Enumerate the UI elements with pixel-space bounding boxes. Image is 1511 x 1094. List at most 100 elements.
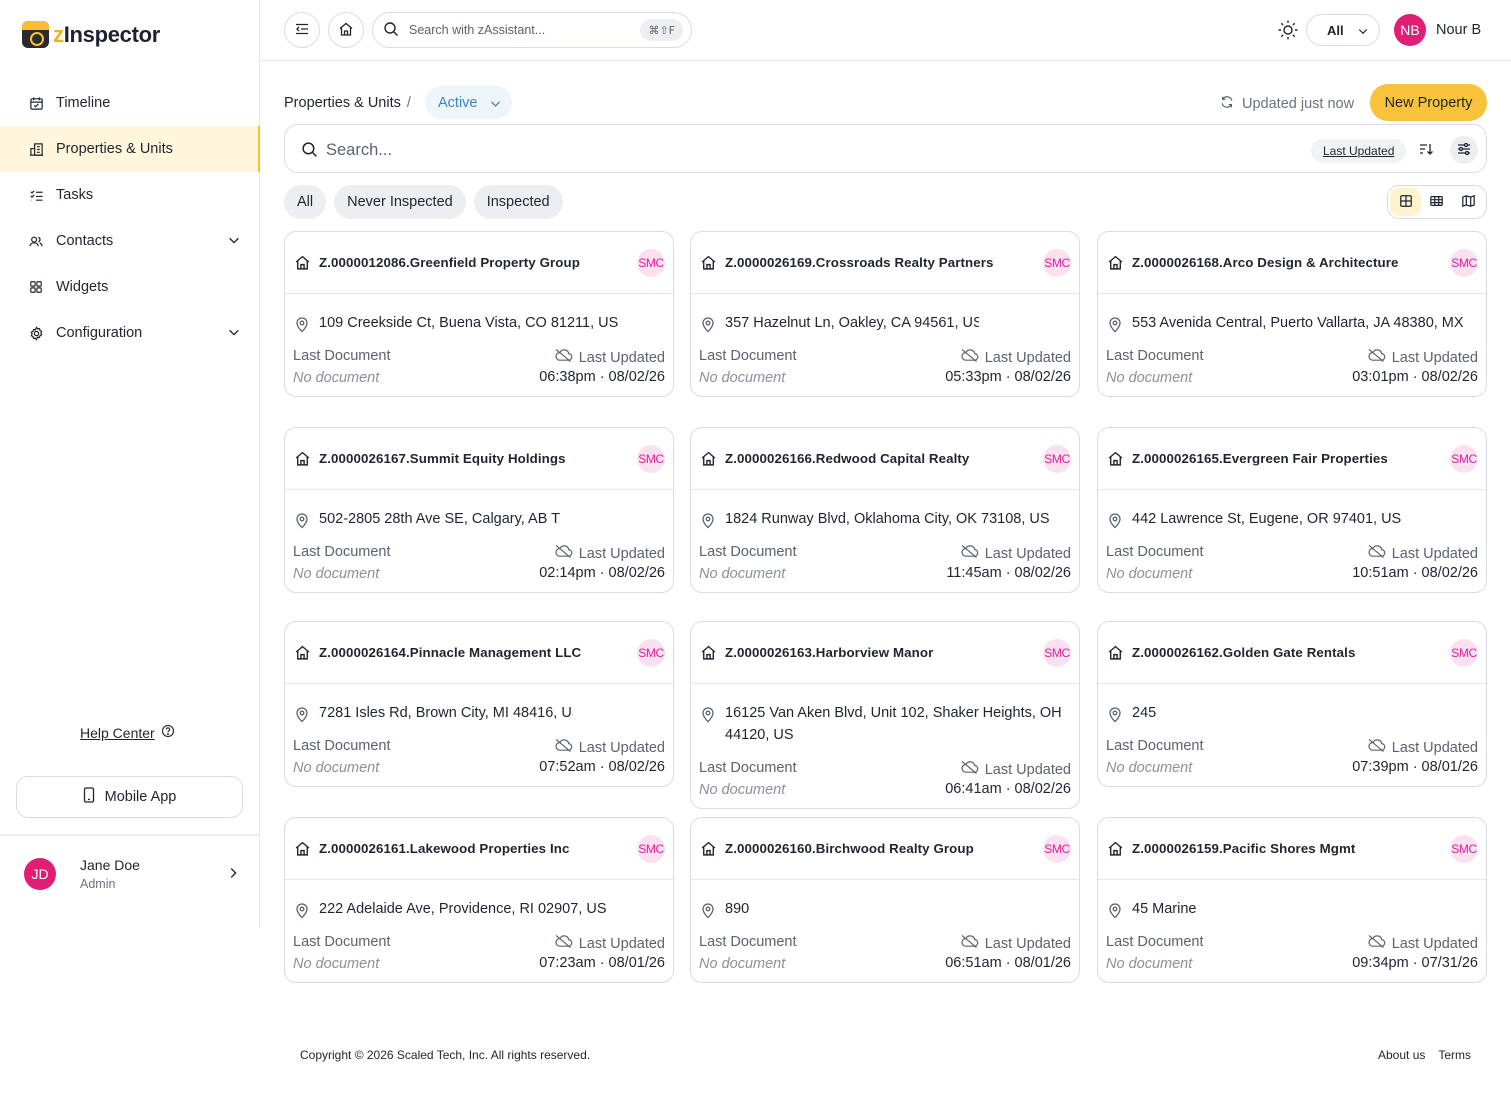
home-button[interactable] — [328, 12, 364, 48]
property-card[interactable]: Z.0000026164.Pinnacle Management LLC SMC 7… — [284, 621, 674, 787]
property-address: 109 Creekside Ct, Buena Vista, CO 81211,… — [285, 294, 673, 334]
location-pin-icon — [700, 706, 716, 730]
grid-view-button[interactable] — [1390, 188, 1422, 216]
status-filter-dropdown[interactable]: Active — [425, 86, 512, 119]
top-bar: ⌘⇧F All NB Nour B — [260, 0, 1511, 61]
refresh-status[interactable]: Updated just now — [1220, 95, 1354, 113]
sort-field-chip[interactable]: Last Updated — [1311, 139, 1407, 163]
filter-settings-button[interactable] — [1450, 136, 1478, 164]
last-updated-value: 07:52am · 08/02/26 — [539, 759, 665, 775]
last-updated-text: Last Updated — [1391, 349, 1478, 366]
sidebar-item-contacts[interactable]: Contacts — [0, 218, 259, 264]
card-footer: Last Document No document Last Updated 02:1… — [285, 544, 673, 592]
last-updated-label: Last Updated — [960, 544, 1071, 563]
filter-chip-all[interactable]: All — [284, 185, 327, 219]
property-title[interactable]: Z.0000026169.Crossroads Realty Partners — [725, 255, 994, 270]
property-card[interactable]: Z.0000012086.Greenfield Property Group SM… — [284, 231, 674, 397]
global-search-input[interactable] — [409, 23, 629, 37]
mobile-app-button[interactable]: Mobile App — [16, 776, 243, 818]
home-icon — [700, 450, 717, 470]
mobile-app-label: Mobile App — [104, 789, 177, 805]
last-document-value: No document — [293, 566, 380, 582]
map-view-icon — [1461, 194, 1476, 211]
avatar[interactable]: NB — [1394, 14, 1426, 46]
property-search-input[interactable] — [326, 137, 1226, 163]
terms-link[interactable]: Terms — [1438, 1048, 1471, 1062]
property-title[interactable]: Z.0000026168.Arco Design & Architecture — [1132, 255, 1399, 270]
last-updated-label: Last Updated — [554, 348, 665, 367]
property-card[interactable]: Z.0000026159.Pacific Shores Mgmt SMC 45 Ma… — [1097, 817, 1487, 983]
property-title[interactable]: Z.0000026164.Pinnacle Management LLC — [319, 645, 581, 660]
property-card[interactable]: Z.0000026167.Summit Equity Holdings SMC 50… — [284, 427, 674, 593]
top-user-name[interactable]: Nour B — [1436, 22, 1481, 38]
last-updated-label: Last Updated — [554, 738, 665, 757]
location-pin-icon — [700, 512, 716, 530]
filter-chip-inspected[interactable]: Inspected — [473, 185, 563, 219]
property-card[interactable]: Z.0000026160.Birchwood Realty Group SMC 89… — [690, 817, 1080, 983]
property-card[interactable]: Z.0000026165.Evergreen Fair Properties SM… — [1097, 427, 1487, 593]
filter-chip-never-inspected[interactable]: Never Inspected — [334, 185, 466, 219]
sidebar-item-configuration[interactable]: Configuration — [0, 310, 259, 356]
last-updated-label: Last Updated — [1367, 738, 1478, 757]
grid-icon — [28, 279, 44, 295]
sidebar-nav: Timeline Properties & Units Tasks Contac… — [0, 80, 260, 356]
property-card[interactable]: Z.0000026168.Arco Design & Architecture S… — [1097, 231, 1487, 397]
table-view-button[interactable] — [1421, 188, 1452, 216]
sidebar-item-widgets[interactable]: Widgets — [0, 264, 259, 310]
question-circle-icon — [161, 724, 175, 741]
sort-descending-icon — [1418, 141, 1434, 160]
collapse-sidebar-button[interactable] — [284, 12, 320, 48]
app-logo[interactable]: zInspector — [22, 21, 160, 48]
property-card[interactable]: Z.0000026169.Crossroads Realty Partners S… — [690, 231, 1080, 397]
home-icon — [294, 254, 311, 274]
phone-icon — [83, 787, 95, 807]
address-text: 245 — [1132, 705, 1157, 721]
property-card[interactable]: Z.0000026162.Golden Gate Rentals SMC 245 La… — [1097, 621, 1487, 787]
sidebar-item-timeline[interactable]: Timeline — [0, 80, 259, 126]
updated-text: Updated just now — [1242, 96, 1355, 112]
logo-prefix: z — [53, 21, 64, 47]
property-card[interactable]: Z.0000026161.Lakewood Properties Inc SMC 2… — [284, 817, 674, 983]
cloud-off-icon — [554, 934, 573, 953]
calendar-icon — [28, 95, 44, 111]
help-center-link[interactable]: Help Center — [80, 724, 175, 741]
property-address: 357 Hazelnut Ln, Oakley, CA 94561, US — [691, 294, 1079, 334]
sort-direction-button[interactable] — [1412, 136, 1440, 164]
scope-select[interactable]: All — [1306, 14, 1380, 46]
location-pin-icon — [1107, 902, 1123, 920]
address-text: 7281 Isles Rd, Brown City, MI 48416, US — [319, 705, 573, 721]
property-card[interactable]: Z.0000026163.Harborview Manor SMC 16125 Va… — [690, 621, 1080, 809]
address-text: 553 Avenida Central, Puerto Vallarta, JA… — [1132, 315, 1464, 331]
last-updated-value: 07:39pm · 08/01/26 — [1352, 759, 1478, 775]
property-title[interactable]: Z.0000026161.Lakewood Properties Inc — [319, 841, 569, 856]
property-title[interactable]: Z.0000026165.Evergreen Fair Properties — [1132, 451, 1388, 466]
chevron-down-icon[interactable] — [227, 325, 241, 343]
card-header: Z.0000026159.Pacific Shores Mgmt SMC — [1098, 818, 1486, 880]
table-view-icon — [1429, 194, 1444, 211]
map-view-button[interactable] — [1453, 188, 1484, 216]
new-property-button[interactable]: New Property — [1370, 84, 1487, 121]
about-us-link[interactable]: About us — [1378, 1048, 1425, 1062]
home-icon — [1107, 644, 1124, 664]
property-title[interactable]: Z.0000026163.Harborview Manor — [725, 645, 933, 660]
property-title[interactable]: Z.0000026167.Summit Equity Holdings — [319, 451, 566, 466]
last-document-value: No document — [699, 370, 786, 386]
property-title[interactable]: Z.0000026160.Birchwood Realty Group — [725, 841, 974, 856]
breadcrumb-item[interactable]: Properties & Units — [284, 95, 401, 111]
user-profile[interactable]: JD Jane Doe Admin — [24, 856, 244, 892]
property-title[interactable]: Z.0000026162.Golden Gate Rentals — [1132, 645, 1355, 660]
property-card[interactable]: Z.0000026166.Redwood Capital Realty SMC 18… — [690, 427, 1080, 593]
last-updated-label: Last Updated — [1367, 934, 1478, 953]
sun-icon[interactable] — [1277, 19, 1299, 44]
global-search[interactable]: ⌘⇧F — [372, 12, 692, 48]
last-updated-text: Last Updated — [984, 545, 1071, 562]
property-title[interactable]: Z.0000026166.Redwood Capital Realty — [725, 451, 969, 466]
last-document-label: Last Document — [699, 934, 797, 950]
property-title[interactable]: Z.0000026159.Pacific Shores Mgmt — [1132, 841, 1355, 856]
owner-badge: SMC — [637, 445, 665, 473]
property-title[interactable]: Z.0000012086.Greenfield Property Group — [319, 255, 580, 270]
chevron-down-icon[interactable] — [227, 233, 241, 251]
sidebar-item-properties[interactable]: Properties & Units — [0, 126, 260, 172]
sidebar-item-tasks[interactable]: Tasks — [0, 172, 259, 218]
cloud-off-icon — [960, 544, 979, 563]
